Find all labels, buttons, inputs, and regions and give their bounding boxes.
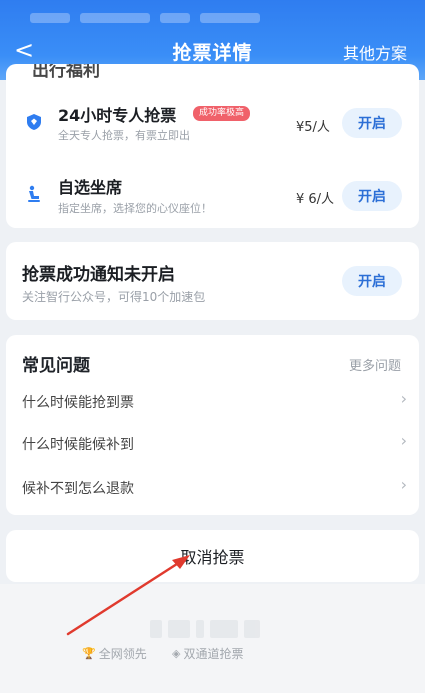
annotation-arrow-icon	[66, 555, 190, 636]
